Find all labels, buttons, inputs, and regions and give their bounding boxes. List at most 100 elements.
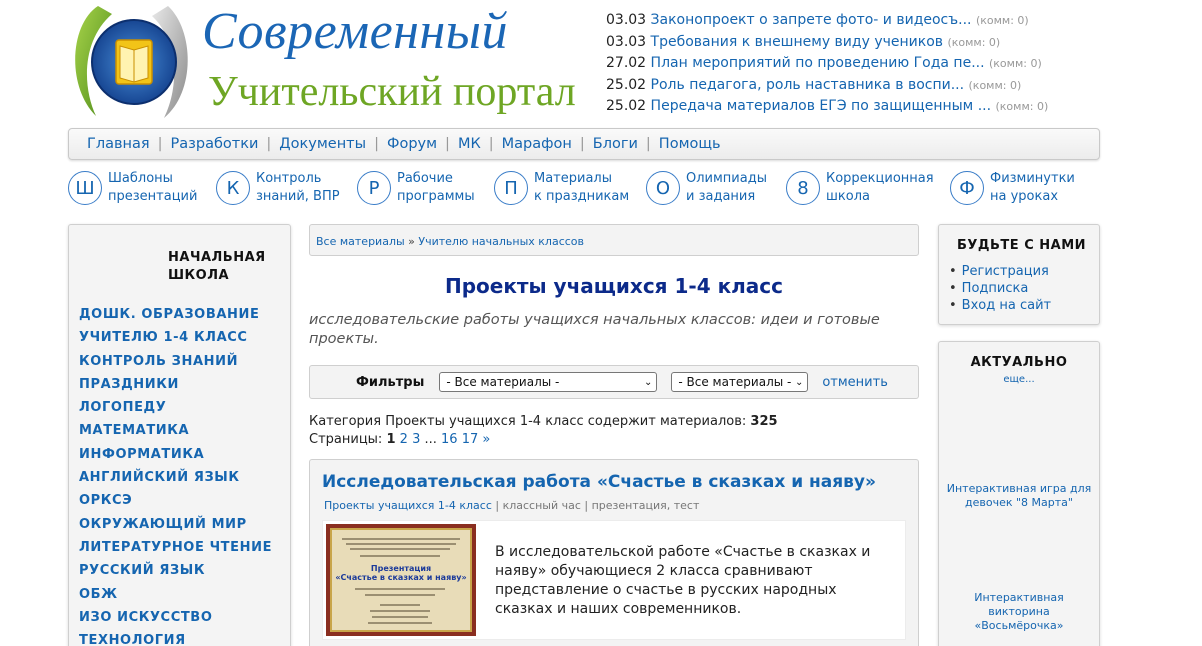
news-item: 27.02 План мероприятий по проведению Год… [606, 53, 1086, 75]
news-date: 25.02 [606, 98, 647, 114]
sidebar-item-teacher-1-4[interactable]: УЧИТЕЛЮ 1-4 КЛАСС [79, 330, 248, 345]
sidebar-item-speech[interactable]: ЛОГОПЕДУ [79, 400, 166, 415]
pagination-page[interactable]: 16 [441, 432, 458, 447]
sidebar-item-holidays[interactable]: ПРАЗДНИКИ [79, 377, 179, 392]
sidebar-item: УЧИТЕЛЮ 1-4 КЛАСС [79, 326, 272, 349]
page-description: исследовательские работы учащихся началь… [309, 312, 880, 347]
category-correction[interactable]: 8 Коррекционная школа [786, 170, 934, 206]
category-count-line: Категория Проекты учащихся 1-4 класс сод… [309, 413, 919, 431]
thumb-text-line [350, 548, 450, 550]
category-olympiads[interactable]: О Олимпиады и задания [646, 170, 767, 206]
sidebar-item: ДОШК. ОБРАЗОВАНИЕ [79, 303, 272, 326]
sidebar-item-art[interactable]: ИЗО ИСКУССТВО [79, 610, 212, 625]
filter-select-1-value: - Все материалы - [446, 375, 560, 389]
sidebar-item-reading[interactable]: ЛИТЕРАТУРНОЕ ЧТЕНИЕ [79, 540, 272, 555]
thumb-text-line [372, 616, 428, 618]
sidebar-item-obzh[interactable]: ОБЖ [79, 587, 118, 602]
sidebar-item-russian[interactable]: РУССКИЙ ЯЗЫК [79, 563, 205, 578]
sidebar-item: ОКРУЖАЮЩИЙ МИР [79, 513, 272, 536]
sidebar-item-world[interactable]: ОКРУЖАЮЩИЙ МИР [79, 517, 247, 532]
category-letter-icon: О [646, 171, 680, 205]
article-thumbnail[interactable]: Презентация «Счастье в сказках и наяву» [326, 524, 476, 636]
sidebar-item: МАТЕМАТИКА [79, 419, 272, 442]
news-link[interactable]: Роль педагога, роль наставника в воспи..… [651, 77, 965, 93]
nav-developments[interactable]: Разработки [171, 136, 259, 152]
left-sidebar: НАЧАЛЬНАЯ ШКОЛА ДОШК. ОБРАЗОВАНИЕ УЧИТЕЛ… [68, 224, 291, 646]
news-date: 03.03 [606, 33, 647, 50]
news-comments: (комм: 0) [975, 14, 1029, 27]
actual-item[interactable]: Интерактивная викторина «Восьмёрочка» [939, 591, 1099, 633]
nav-marathon[interactable]: Марафон [502, 136, 572, 152]
filter-cancel-link[interactable]: отменить [822, 375, 888, 390]
news-link[interactable]: Передача материалов ЕГЭ по защищенным ..… [651, 98, 992, 114]
pagination-current: 1 [386, 432, 396, 447]
login-link[interactable]: Вход на сайт [962, 298, 1051, 313]
sidebar-item-preschool[interactable]: ДОШК. ОБРАЗОВАНИЕ [79, 307, 259, 322]
category-templates[interactable]: Ш Шаблоны презентаций [68, 170, 197, 206]
category-holidays[interactable]: П Материалы к праздникам [494, 170, 629, 206]
sidebar-heading: НАЧАЛЬНАЯ ШКОЛА [168, 250, 266, 283]
nav-help[interactable]: Помощь [659, 136, 721, 152]
filter-select-1[interactable]: - Все материалы - ⌄ [439, 372, 658, 392]
nav-blogs[interactable]: Блоги [593, 136, 638, 152]
sidebar-item-orkse[interactable]: ОРКСЭ [79, 493, 132, 508]
sidebar-item: ОБЖ [79, 583, 272, 606]
sidebar-item-technology[interactable]: ТЕХНОЛОГИЯ [79, 633, 186, 646]
pagination-next[interactable]: » [482, 432, 490, 447]
nav-separator: | [266, 136, 272, 152]
nav-separator: | [645, 136, 651, 152]
article-category-link[interactable]: Проекты учащихся 1-4 класс [324, 499, 492, 512]
join-heading: БУДЬТЕ С НАМИ [957, 238, 1087, 253]
category-letter-icon: Ш [68, 171, 102, 205]
news-link[interactable]: Требования к внешнему виду учеников [651, 34, 943, 50]
category-fizminutki[interactable]: Ф Физминутки на уроках [950, 170, 1075, 206]
article-body: Презентация «Счастье в сказках и наяву» … [322, 520, 906, 640]
news-item: 25.02 Передача материалов ЕГЭ по защищен… [606, 96, 1086, 118]
news-comments: (комм: 0) [989, 57, 1042, 70]
filter-select-2[interactable]: - Все материалы - ⌄ [671, 372, 809, 392]
news-item: 03.03 Требования к внешнему виду ученико… [606, 32, 1086, 54]
news-date: 25.02 [606, 76, 647, 93]
nav-home[interactable]: Главная [87, 136, 150, 152]
category-label: Физминутки на уроках [990, 171, 1075, 204]
sidebar-item-informatics[interactable]: ИНФОРМАТИКА [79, 447, 204, 462]
nav-documents[interactable]: Документы [279, 136, 366, 152]
news-link[interactable]: План мероприятий по проведению Года пе..… [651, 55, 985, 71]
category-letter-icon: Р [357, 171, 391, 205]
nav-forum[interactable]: Форум [387, 136, 437, 152]
breadcrumb-current[interactable]: Учителю начальных классов [418, 235, 584, 248]
main-nav: Главная | Разработки | Документы | Форум | М… [68, 128, 1100, 160]
news-link[interactable]: Законопроект о запрете фото- и видеосъ..… [651, 12, 972, 28]
logo-emblem-icon [75, 6, 188, 118]
pagination-page[interactable]: 2 [400, 432, 408, 447]
sidebar-item: КОНТРОЛЬ ЗНАНИЙ [79, 350, 272, 373]
actual-item[interactable]: Интерактивная игра для девочек "8 Марта" [939, 482, 1099, 510]
category-letter-icon: К [216, 171, 250, 205]
sidebar-item: ИНФОРМАТИКА [79, 443, 272, 466]
sidebar-item-math[interactable]: МАТЕМАТИКА [79, 423, 189, 438]
join-item: Подписка [949, 280, 1051, 297]
subscribe-link[interactable]: Подписка [962, 281, 1029, 296]
sidebar-item: РУССКИЙ ЯЗЫК [79, 559, 272, 582]
site-logo[interactable]: Современный Учительский портал [68, 0, 588, 124]
actual-more-link[interactable]: еще... [939, 374, 1099, 385]
pagination: Страницы: 1 2 3 ... 16 17 » [309, 431, 919, 449]
nav-mk[interactable]: МК [458, 136, 481, 152]
sidebar-item-control[interactable]: КОНТРОЛЬ ЗНАНИЙ [79, 354, 238, 369]
breadcrumb-root[interactable]: Все материалы [316, 235, 405, 248]
register-link[interactable]: Регистрация [962, 264, 1049, 279]
category-label: Олимпиады и задания [686, 171, 767, 204]
category-label: Материалы к праздникам [534, 171, 630, 204]
pagination-page[interactable]: 17 [462, 432, 479, 447]
actual-box: АКТУАЛЬНО еще... Интерактивная игра для … [938, 341, 1100, 646]
chevron-down-icon: ⌄ [643, 376, 653, 388]
category-label: Контроль знаний, ВПР [256, 171, 340, 204]
sidebar-item-english[interactable]: АНГЛИЙСКИЙ ЯЗЫК [79, 470, 240, 485]
sidebar-item: ИЗО ИСКУССТВО [79, 606, 272, 629]
article-title[interactable]: Исследовательская работа «Счастье в сказ… [322, 472, 876, 492]
category-programs[interactable]: Р Рабочие программы [357, 170, 475, 206]
news-comments: (комм: 0) [947, 35, 1001, 49]
category-control[interactable]: К Контроль знаний, ВПР [216, 170, 340, 206]
category-info: Категория Проекты учащихся 1-4 класс сод… [309, 413, 919, 449]
pagination-page[interactable]: 3 [412, 432, 420, 447]
